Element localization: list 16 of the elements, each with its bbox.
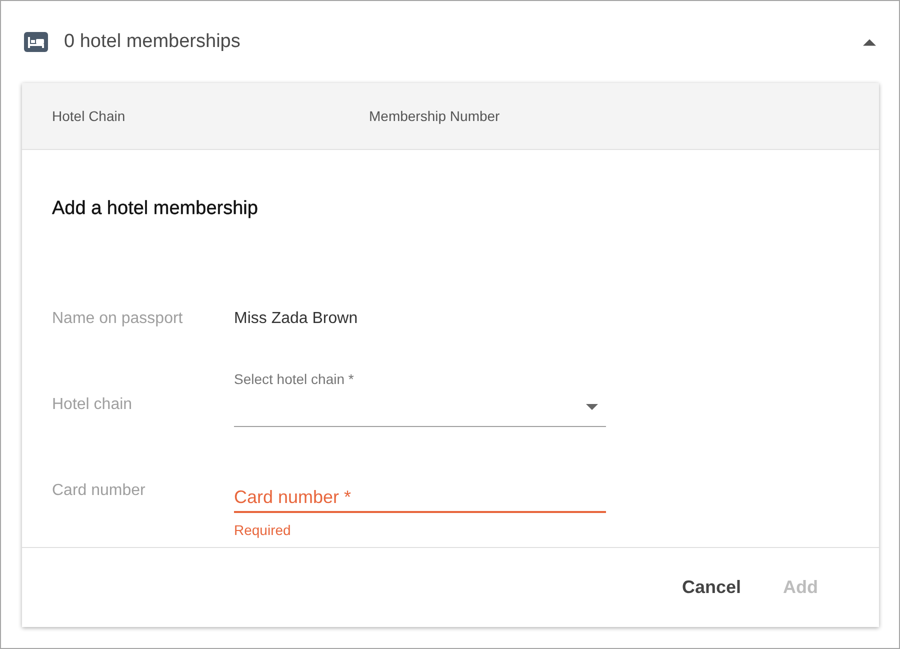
- column-header: Hotel Chain: [52, 107, 126, 125]
- floating-label: Select hotel chain *: [234, 371, 355, 387]
- error-text: Required: [234, 522, 291, 538]
- text-button[interactable]: Cancel: [666, 569, 757, 606]
- card-number-field[interactable]: Card number *: [234, 483, 606, 513]
- section-title: 0 hotel memberships: [64, 30, 242, 54]
- field-label: Card number: [52, 481, 146, 501]
- form-title: Add a hotel membership: [52, 197, 259, 221]
- select-field[interactable]: Select hotel chain *: [234, 371, 606, 427]
- field-label: Name on passport: [52, 309, 184, 329]
- column-header: Membership Number: [369, 107, 501, 125]
- field-value: Miss Zada Brown: [234, 309, 359, 329]
- bed-icon: [24, 32, 48, 52]
- collapse-caret-icon[interactable]: [863, 38, 876, 46]
- field-label: Hotel chain: [52, 395, 134, 415]
- dropdown-caret-icon: [586, 404, 598, 410]
